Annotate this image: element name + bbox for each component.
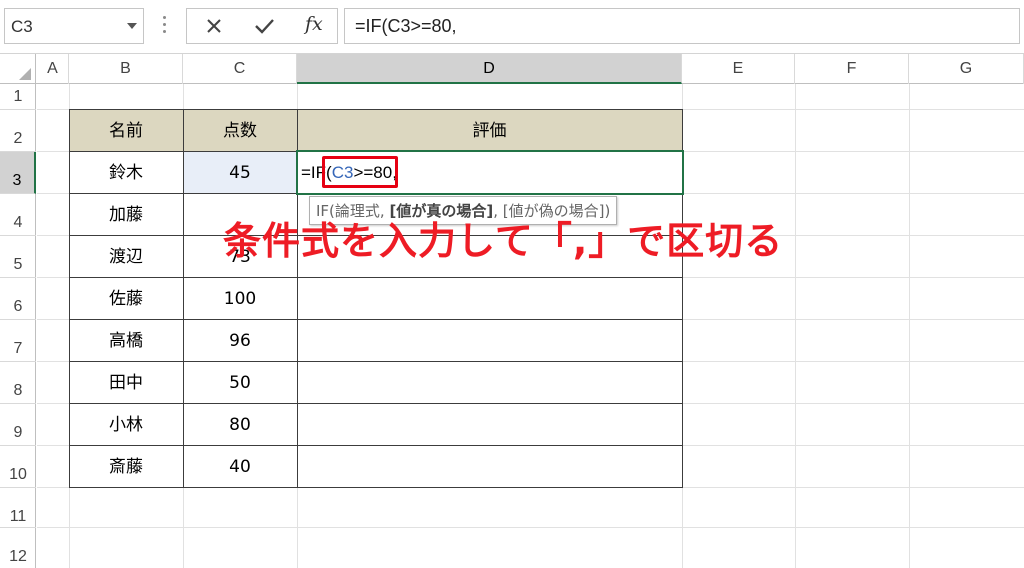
header-cell-name[interactable]: 名前 [69, 110, 183, 152]
worksheet-grid[interactable]: 名前 点数 評価 鈴木 45 加藤 渡辺 73 佐藤 100 高橋 96 田中 … [37, 84, 1024, 568]
enter-button[interactable] [242, 9, 286, 43]
score-cell[interactable]: 50 [183, 362, 297, 404]
cancel-button[interactable] [192, 9, 236, 43]
formula-text: =IF(C3>=80, [355, 16, 457, 36]
name-cell[interactable]: 鈴木 [69, 152, 183, 194]
column-header-f[interactable]: F [795, 54, 909, 84]
column-header-a[interactable]: A [37, 54, 69, 84]
row-header-4[interactable]: 4 [0, 194, 36, 236]
close-icon [207, 19, 221, 33]
name-box-value: C3 [11, 17, 33, 36]
row-header-1[interactable]: 1 [0, 84, 36, 110]
row-header-9[interactable]: 9 [0, 404, 36, 446]
column-headers: A B C D E F G [0, 54, 1024, 84]
score-cell[interactable]: 100 [183, 278, 297, 320]
row-header-7[interactable]: 7 [0, 320, 36, 362]
insert-function-button[interactable]: fx [291, 9, 335, 43]
row-header-3[interactable]: 3 [0, 152, 36, 194]
score-cell[interactable]: 40 [183, 446, 297, 488]
name-cell[interactable]: 高橋 [69, 320, 183, 362]
name-cell[interactable]: 田中 [69, 362, 183, 404]
row-header-2[interactable]: 2 [0, 110, 36, 152]
drag-handle-icon[interactable] [163, 16, 167, 36]
row-header-5[interactable]: 5 [0, 236, 36, 278]
column-header-e[interactable]: E [682, 54, 795, 84]
formula-buttons: fx [186, 8, 338, 44]
score-cell-c3[interactable]: 45 [183, 152, 297, 194]
score-cell[interactable]: 80 [183, 404, 297, 446]
score-cell[interactable]: 96 [183, 320, 297, 362]
row-header-6[interactable]: 6 [0, 278, 36, 320]
row-header-10[interactable]: 10 [0, 446, 36, 488]
formula-bar: C3 fx =IF(C3>=80, [0, 0, 1024, 54]
highlight-box [322, 156, 398, 188]
column-header-b[interactable]: B [69, 54, 183, 84]
formula-input[interactable]: =IF(C3>=80, [344, 8, 1020, 44]
column-header-d[interactable]: D [297, 54, 682, 84]
row-header-12[interactable]: 12 [0, 528, 36, 568]
chevron-down-icon[interactable] [127, 23, 137, 29]
name-box[interactable]: C3 [4, 8, 144, 44]
check-icon [255, 19, 274, 34]
name-cell[interactable]: 斎藤 [69, 446, 183, 488]
name-cell[interactable]: 渡辺 [69, 236, 183, 278]
column-header-g[interactable]: G [909, 54, 1024, 84]
name-cell[interactable]: 加藤 [69, 194, 183, 236]
row-headers: 1 2 3 4 5 6 7 8 9 10 11 12 [0, 84, 36, 568]
name-cell[interactable]: 小林 [69, 404, 183, 446]
header-cell-rating[interactable]: 評価 [297, 110, 682, 152]
row-header-8[interactable]: 8 [0, 362, 36, 404]
column-header-c[interactable]: C [183, 54, 297, 84]
header-cell-score[interactable]: 点数 [183, 110, 297, 152]
row-header-11[interactable]: 11 [0, 488, 36, 528]
instruction-annotation: 条件式を入力して「,」で区切る [223, 219, 784, 263]
select-all-button[interactable] [0, 54, 36, 84]
name-cell[interactable]: 佐藤 [69, 278, 183, 320]
fx-icon: fx [305, 13, 323, 35]
